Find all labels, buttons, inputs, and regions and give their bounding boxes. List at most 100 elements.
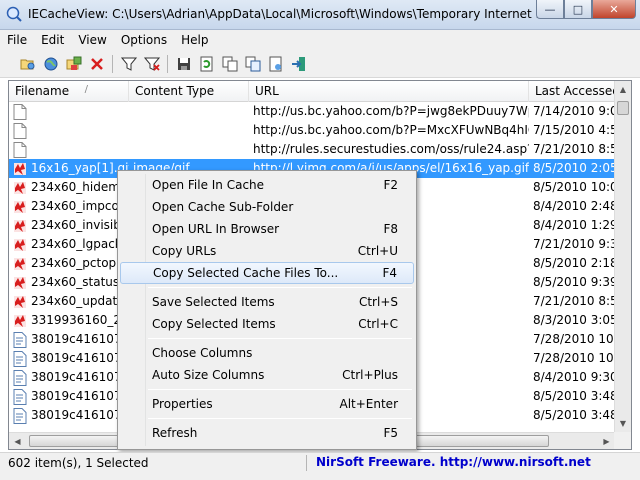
menu-options[interactable]: Options <box>114 30 174 50</box>
flash-file-icon <box>14 200 26 213</box>
filter-button[interactable] <box>117 53 140 75</box>
document-file-icon <box>13 407 27 424</box>
cell-last-accessed: 8/5/2010 9:39:0 <box>533 275 615 289</box>
scroll-up-arrow[interactable]: ▲ <box>615 81 631 98</box>
menu-item-shortcut: Ctrl+S <box>358 295 398 309</box>
table-row[interactable]: http://us.bc.yahoo.com/b?P=MxcXFUwNBq4hI… <box>9 121 615 140</box>
menu-item-label: Auto Size Columns <box>152 368 265 382</box>
cell-filename: 16x16_yap[1].gif <box>9 159 129 178</box>
cell-last-accessed: 8/5/2010 3:48:0 <box>533 389 615 403</box>
context-menu-item[interactable]: Auto Size Columns Ctrl+Plus <box>120 364 414 386</box>
menu-item-label: Copy Selected Items <box>152 317 276 331</box>
menu-item-label: Properties <box>152 397 213 411</box>
menu-view[interactable]: View <box>71 30 113 50</box>
menu-item-shortcut: Ctrl+U <box>357 244 398 258</box>
vertical-scrollbar[interactable]: ▲ ▼ <box>614 81 631 432</box>
flash-file-icon <box>14 238 26 251</box>
minimize-button[interactable]: — <box>536 0 564 19</box>
copy-icon <box>222 56 237 71</box>
context-menu-item[interactable]: Save Selected Items Ctrl+S <box>120 291 414 313</box>
filter-icon <box>120 57 137 71</box>
scroll-left-arrow[interactable]: ◀ <box>9 433 26 449</box>
flash-file-icon <box>14 181 26 194</box>
menu-item-label: Refresh <box>152 426 198 440</box>
menu-separator <box>148 338 412 339</box>
status-bar: 602 item(s), 1 Selected NirSoft Freeware… <box>0 452 640 480</box>
context-menu-item[interactable]: Copy Selected Items Ctrl+C <box>120 313 414 335</box>
context-menu-item[interactable]: Choose Columns <box>120 342 414 364</box>
exit-icon <box>291 56 305 71</box>
cell-last-accessed: 7/15/2010 4:52: <box>533 123 615 137</box>
save-icon <box>177 57 190 70</box>
vertical-scroll-thumb[interactable] <box>617 101 629 115</box>
filter-remove-button[interactable] <box>140 53 163 75</box>
menu-help[interactable]: Help <box>174 30 215 50</box>
cell-last-accessed: 7/21/2010 8:54: <box>533 294 615 308</box>
context-menu-item[interactable]: Copy URLs Ctrl+U <box>120 240 414 262</box>
scroll-down-arrow[interactable]: ▼ <box>615 415 631 432</box>
context-menu-item[interactable]: Copy Selected Cache Files To... F4 <box>120 262 414 284</box>
window-title: IECacheView: C:\Users\Adrian\AppData\Loc… <box>28 7 562 21</box>
document-file-icon <box>13 369 27 386</box>
nirsoft-link[interactable]: NirSoft Freeware. http://www.nirsoft.net <box>316 455 591 469</box>
context-menu-item[interactable]: Open Cache Sub-Folder <box>120 196 414 218</box>
delete-button[interactable] <box>85 53 108 75</box>
context-menu-item[interactable]: Refresh F5 <box>120 422 414 444</box>
filter-remove-icon <box>143 57 160 71</box>
save-button[interactable] <box>172 53 195 75</box>
menu-bar: File Edit View Options Help <box>0 30 640 50</box>
menu-edit[interactable]: Edit <box>34 30 71 50</box>
copy-url-button[interactable] <box>241 53 264 75</box>
menu-item-label: Open Cache Sub-Folder <box>152 200 294 214</box>
scroll-corner <box>614 432 631 449</box>
cell-last-accessed: 8/3/2010 3:05:3 <box>533 313 615 327</box>
cell-filename: 234x60_invisible <box>9 216 129 235</box>
copy-button[interactable] <box>218 53 241 75</box>
menu-item-shortcut: Ctrl+C <box>358 317 398 331</box>
column-last-accessed[interactable]: Last Accessed <box>529 81 620 102</box>
open-folder-button[interactable] <box>16 53 39 75</box>
app-icon <box>6 6 22 22</box>
menu-item-shortcut: Alt+Enter <box>339 397 398 411</box>
close-button[interactable]: ✕ <box>592 0 636 19</box>
menu-file[interactable]: File <box>0 30 34 50</box>
cell-filename: 234x60_pctopho <box>9 254 129 273</box>
menu-item-shortcut: F2 <box>383 178 398 192</box>
properties-button[interactable] <box>264 53 287 75</box>
cell-filename <box>9 121 129 140</box>
toolbar-separator <box>167 54 168 73</box>
refresh-icon <box>200 56 212 71</box>
open-url-button[interactable] <box>39 53 62 75</box>
table-row[interactable]: http://us.bc.yahoo.com/b?P=jwg8ekPDuuy7W… <box>9 102 615 121</box>
table-row[interactable]: http://rules.securestudies.com/oss/rule2… <box>9 140 615 159</box>
refresh-button[interactable] <box>195 53 218 75</box>
cache-folder-button[interactable] <box>62 53 85 75</box>
context-menu-item[interactable]: Open File In Cache F2 <box>120 174 414 196</box>
column-url[interactable]: URL <box>249 81 529 102</box>
menu-item-shortcut: F4 <box>382 266 397 280</box>
cell-last-accessed: 8/4/2010 9:30:3 <box>533 370 615 384</box>
open-folder-icon <box>20 59 34 69</box>
maximize-button[interactable]: □ <box>564 0 592 19</box>
exit-button[interactable] <box>287 53 310 75</box>
cell-last-accessed: 7/21/2010 9:31: <box>533 237 615 251</box>
context-menu-item[interactable]: Open URL In Browser F8 <box>120 218 414 240</box>
cell-last-accessed: 8/5/2010 3:48:1 <box>533 408 615 422</box>
scroll-right-arrow[interactable]: ▶ <box>598 433 615 449</box>
menu-item-shortcut: F5 <box>383 426 398 440</box>
list-header: Filename / Content Type URL Last Accessed <box>9 81 620 102</box>
title-bar: IECacheView: C:\Users\Adrian\AppData\Loc… <box>0 0 640 30</box>
sort-indicator: / <box>84 84 88 95</box>
context-menu-item[interactable]: Properties Alt+Enter <box>120 393 414 415</box>
column-content-type[interactable]: Content Type <box>129 81 249 102</box>
document-file-icon <box>13 350 27 367</box>
cell-last-accessed: 8/4/2010 1:29:1 <box>533 218 615 232</box>
toolbar-separator <box>112 54 113 73</box>
menu-separator <box>148 389 412 390</box>
flash-file-icon <box>14 257 26 270</box>
column-filename[interactable]: Filename / <box>9 81 129 102</box>
menu-item-label: Save Selected Items <box>152 295 275 309</box>
cell-content-type <box>129 102 249 121</box>
flash-file-icon <box>14 295 26 308</box>
cell-content-type <box>129 140 249 159</box>
